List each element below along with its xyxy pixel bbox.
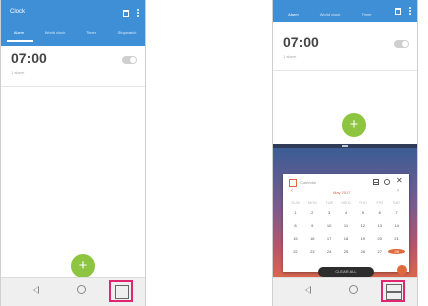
navigation-bar	[273, 277, 417, 306]
day-cell[interactable]: 21	[388, 236, 405, 241]
day-cell[interactable]: 4	[338, 210, 355, 215]
tab-bar: Alarm World clock Timer Stopwatch	[1, 30, 145, 35]
day-cell[interactable]: 24	[321, 249, 338, 254]
day-cell[interactable]: 10	[321, 223, 338, 228]
weekday: SUN	[291, 199, 300, 205]
day-cell[interactable]: 12	[354, 223, 371, 228]
day-cell[interactable]: 15	[287, 236, 304, 241]
add-alarm-button[interactable]: +	[342, 113, 366, 137]
day-cell[interactable]: 18	[338, 236, 355, 241]
tab-alarm[interactable]: Alarm	[1, 30, 37, 35]
back-icon[interactable]	[305, 286, 311, 294]
alarm-time: 07:00	[283, 34, 319, 50]
tab-alarm[interactable]: Alarm	[275, 12, 312, 17]
weekday: WED	[341, 199, 351, 205]
day-cell[interactable]: 27	[371, 249, 388, 254]
calendar-title: Calendar	[300, 180, 317, 185]
day-cell[interactable]: 9	[304, 223, 321, 228]
day-cell[interactable]: 8	[287, 223, 304, 228]
app-header: Clock Alarm World clock Timer Stopwatch	[1, 0, 145, 46]
app-title: Clock	[10, 9, 26, 15]
alarm-item[interactable]: 07:00 1 alarm	[273, 30, 417, 71]
close-icon[interactable]: ✕	[396, 177, 403, 185]
calendar-app-icon	[289, 179, 297, 187]
day-cell[interactable]: 22	[287, 249, 304, 254]
alarm-toggle[interactable]	[394, 40, 409, 48]
app-header: Alarm World clock Timer	[273, 0, 417, 22]
left-phone: Clock Alarm World clock Timer Stopwatch …	[0, 0, 146, 306]
alarm-subtitle: 1 alarm	[11, 70, 25, 75]
day-cell-selected[interactable]: 28	[388, 249, 406, 254]
tab-bar: Alarm World clock Timer	[275, 12, 385, 17]
day-cell[interactable]: 14	[388, 223, 405, 228]
home-icon[interactable]	[349, 285, 358, 294]
split-view-icon[interactable]	[373, 179, 379, 185]
day-cell[interactable]: 17	[321, 236, 338, 241]
more-icon[interactable]	[137, 9, 139, 17]
tab-world-clock[interactable]: World clock	[312, 12, 349, 17]
calendar-month: May 2017	[333, 190, 351, 195]
back-icon[interactable]	[33, 286, 39, 294]
day-cell[interactable]: 7	[388, 210, 405, 215]
alarm-item[interactable]: 07:00 1 alarm	[1, 46, 145, 87]
weekday: TUE	[325, 199, 334, 205]
calendar-window[interactable]: Calendar ✕ ‹ May 2017 › SUN MON TUE WED …	[283, 174, 409, 272]
week-row: 15 16 17 18 19 20 21	[287, 232, 405, 245]
day-cell[interactable]: 3	[321, 210, 338, 215]
day-cell[interactable]: 2	[304, 210, 321, 215]
divider-handle[interactable]	[342, 145, 348, 147]
wallpaper-background: Calendar ✕ ‹ May 2017 › SUN MON TUE WED …	[273, 148, 417, 278]
split-screen-icon-lower	[386, 292, 402, 300]
day-cell[interactable]: 26	[354, 249, 371, 254]
weekday: SAT	[392, 199, 401, 205]
day-cell[interactable]: 16	[304, 236, 321, 241]
day-cell[interactable]: 25	[338, 249, 355, 254]
tab-world-clock[interactable]: World clock	[37, 30, 73, 35]
recents-button-highlighted[interactable]	[109, 280, 133, 302]
day-cell[interactable]: 6	[371, 210, 388, 215]
tab-timer[interactable]: Timer	[73, 30, 109, 35]
weekday-row: SUN MON TUE WED THU FRI SAT	[287, 198, 405, 206]
add-alarm-button[interactable]: +	[71, 254, 95, 278]
weekday: MON	[307, 199, 317, 205]
recents-button-highlighted[interactable]	[381, 280, 405, 302]
trash-icon[interactable]	[395, 7, 401, 15]
floating-action-icon[interactable]	[397, 265, 407, 275]
compass-icon[interactable]	[384, 179, 390, 185]
day-cell[interactable]: 5	[354, 210, 371, 215]
day-cell[interactable]: 20	[371, 236, 388, 241]
day-cell[interactable]: 11	[338, 223, 355, 228]
header-actions	[123, 9, 139, 17]
more-icon[interactable]	[409, 7, 411, 15]
home-icon[interactable]	[77, 285, 86, 294]
navigation-bar	[1, 277, 145, 306]
alarm-toggle[interactable]	[122, 56, 137, 64]
split-screen-icon	[386, 284, 402, 292]
recents-icon	[115, 285, 129, 299]
clear-all-button[interactable]: CLEAR ALL	[318, 267, 374, 277]
alarm-subtitle: 1 alarm	[283, 54, 297, 59]
weekday: FRI	[376, 199, 383, 205]
week-row: 8 9 10 11 12 13 14	[287, 219, 405, 232]
tab-indicator	[7, 40, 33, 42]
day-cell[interactable]: 13	[371, 223, 388, 228]
trash-icon[interactable]	[123, 9, 129, 17]
week-row: 1 2 3 4 5 6 7	[287, 206, 405, 219]
calendar-grid: SUN MON TUE WED THU FRI SAT 1 2 3 4 5 6 …	[287, 198, 406, 258]
prev-month-icon[interactable]: ‹	[291, 188, 293, 194]
day-cell[interactable]: 19	[354, 236, 371, 241]
next-month-icon[interactable]: ›	[397, 188, 399, 194]
week-row: 22 23 24 25 26 27 28	[287, 245, 406, 258]
weekday: THU	[358, 199, 367, 205]
right-phone: Alarm World clock Timer 07:00 1 alarm + …	[272, 0, 418, 306]
tab-timer[interactable]: Timer	[348, 12, 385, 17]
day-cell[interactable]: 1	[287, 210, 304, 215]
header-actions	[395, 7, 411, 15]
tab-stopwatch[interactable]: Stopwatch	[109, 30, 145, 35]
day-cell[interactable]: 23	[304, 249, 321, 254]
alarm-time: 07:00	[11, 50, 47, 66]
